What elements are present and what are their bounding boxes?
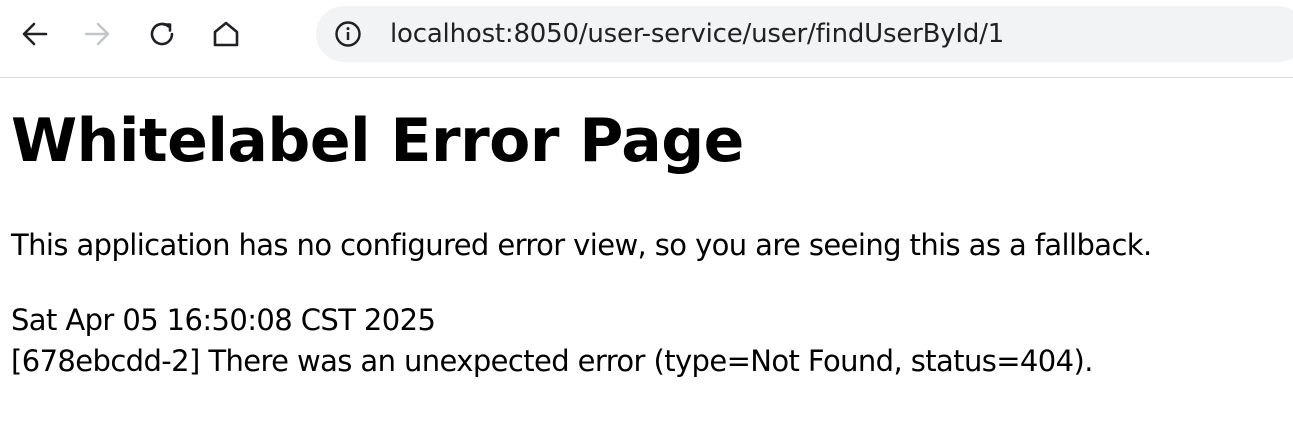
back-arrow-icon [20, 19, 50, 49]
page-title: Whitelabel Error Page [11, 106, 744, 176]
error-description: This application has no configured error… [11, 228, 1152, 262]
home-icon [210, 18, 242, 50]
error-timestamp: Sat Apr 05 16:50:08 CST 2025 [11, 303, 436, 337]
browser-toolbar: localhost:8050/user-service/user/findUse… [0, 0, 1293, 78]
forward-button[interactable] [77, 14, 117, 54]
home-button[interactable] [206, 14, 246, 54]
info-icon[interactable] [334, 20, 362, 48]
address-bar[interactable]: localhost:8050/user-service/user/findUse… [316, 6, 1293, 62]
url-text[interactable]: localhost:8050/user-service/user/findUse… [390, 19, 1004, 49]
error-message: [678ebcdd-2] There was an unexpected err… [11, 344, 1093, 378]
reload-icon [146, 18, 178, 50]
back-button[interactable] [15, 14, 55, 54]
reload-button[interactable] [142, 14, 182, 54]
forward-arrow-icon [82, 19, 112, 49]
